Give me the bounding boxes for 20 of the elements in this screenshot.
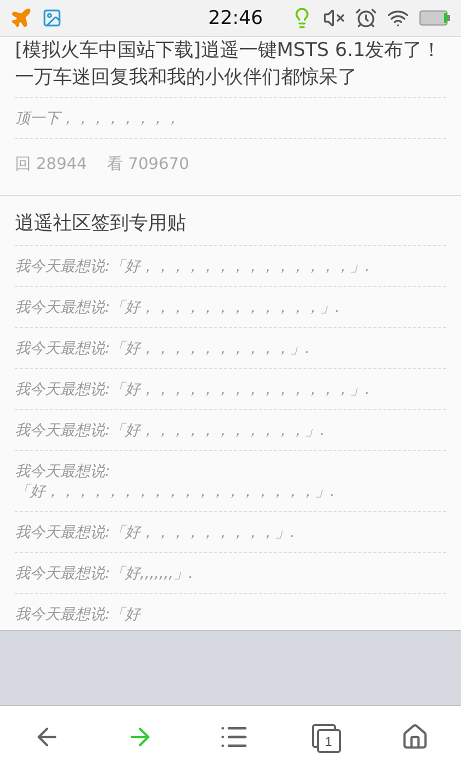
comment-text: 我今天最想说:「好，，，，，，，，，，」. <box>15 328 446 369</box>
reply-count: 回 28944 <box>15 154 87 175</box>
post-title[interactable]: 逍遥社区签到专用贴 <box>15 196 446 246</box>
view-count: 看 709670 <box>106 154 190 175</box>
comment-text: 我今天最想说:「好，，，，，，，，，，，，」. <box>15 287 446 328</box>
status-time: 22:46 <box>208 7 263 29</box>
battery-icon <box>419 9 451 27</box>
post-title[interactable]: [模拟火车中国站下载]逍遥一键MSTS 6.1发布了！一万车迷回复我和我的小伙伴们都惊呆了 <box>15 37 446 98</box>
alarm-clock-icon <box>355 7 377 29</box>
comment-text: 我今天最想说: 「好，，，，，，，，，，，，，，，，，，」. <box>15 451 446 512</box>
comment-text: 我今天最想说:「好，，，，，，，，，」. <box>15 512 446 553</box>
image-icon <box>42 8 62 28</box>
comment-text: 我今天最想说:「好,,,,,,,」. <box>15 553 446 594</box>
comment-text: 我今天最想说:「好，，，，，，，，，，，，，，」. <box>15 369 446 410</box>
mute-icon <box>323 7 345 29</box>
comment-text: 顶一下，，，，，，，， <box>15 98 446 139</box>
airplane-icon <box>10 7 32 29</box>
comment-text: 我今天最想说:「好，，，，，，，，，，，」. <box>15 410 446 451</box>
home-icon <box>400 723 428 751</box>
comment-text: 我今天最想说:「好，，，，，，，，，，，，，，」. <box>15 246 446 287</box>
